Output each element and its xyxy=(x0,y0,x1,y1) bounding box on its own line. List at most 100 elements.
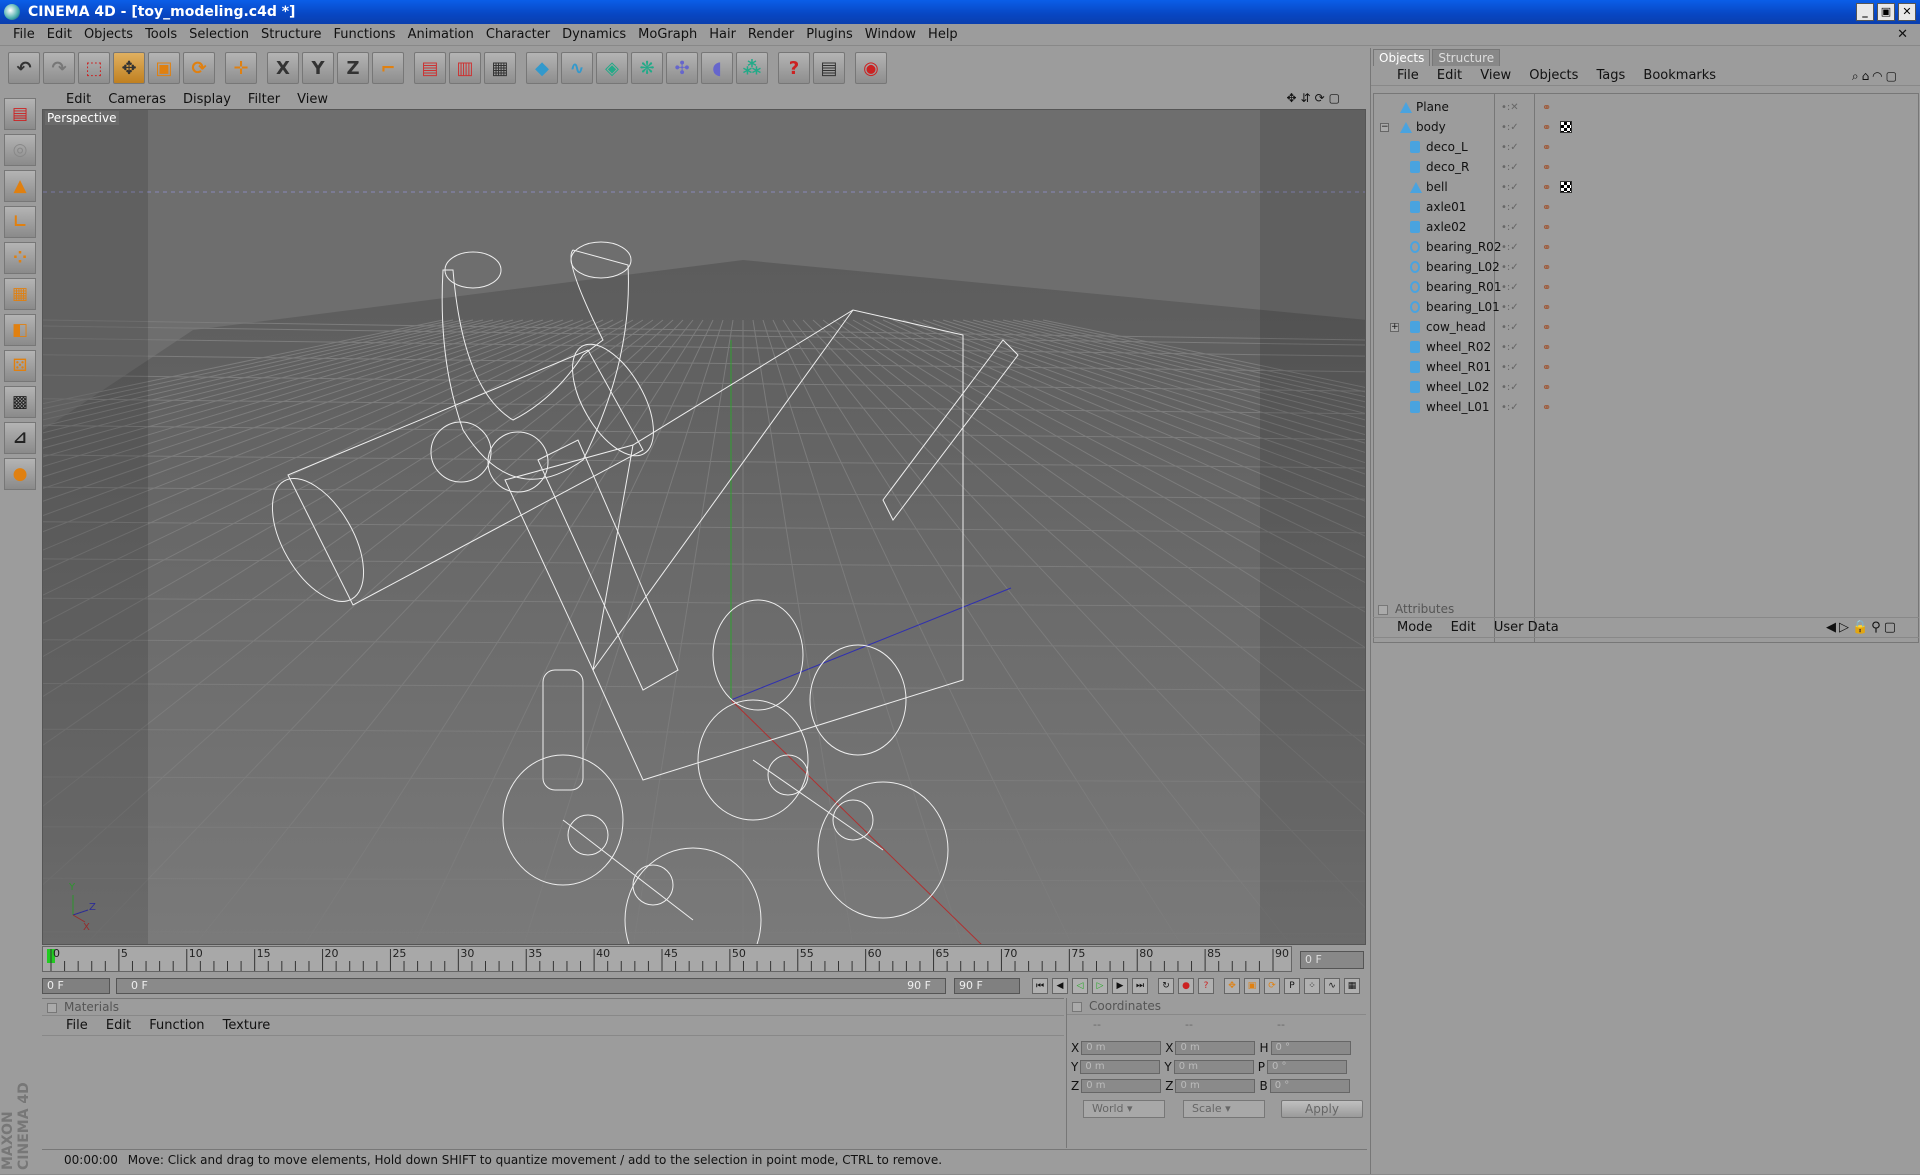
viewport-nav-icons[interactable]: ✥⇵⟳▢ xyxy=(1286,91,1344,105)
workplane-icon[interactable]: ⊿ xyxy=(4,422,36,454)
phong-tag-icon[interactable]: ⚭ xyxy=(1542,321,1551,334)
pos-x-field[interactable]: 0 m xyxy=(1081,1041,1162,1055)
edit-render-settings-icon[interactable]: ▤ xyxy=(813,52,845,84)
attr-nav-icons[interactable]: ◀▷🔒⚲▢ xyxy=(1826,618,1899,638)
record-icon[interactable]: ● xyxy=(1178,978,1194,994)
object-row-wheel-l02[interactable]: wheel_L02 •:✓ ⚭ xyxy=(1374,377,1918,397)
start-frame-field[interactable]: 0 F xyxy=(42,978,110,994)
key-parameter-icon[interactable]: P xyxy=(1284,978,1300,994)
om-menu-bookmarks[interactable]: Bookmarks xyxy=(1643,68,1716,83)
object-row-deco-r[interactable]: deco_R •:✓ ⚭ xyxy=(1374,157,1918,177)
pos-y-field[interactable]: 0 m xyxy=(1080,1060,1161,1074)
phong-tag-icon[interactable]: ⚭ xyxy=(1542,301,1551,314)
collapse-icon[interactable]: − xyxy=(1380,122,1389,132)
object-name[interactable]: axle02 xyxy=(1426,220,1466,234)
x-axis-lock-icon[interactable]: X xyxy=(267,52,299,84)
menu-file[interactable]: File xyxy=(9,27,43,42)
help-icon[interactable]: ? xyxy=(778,52,810,84)
goto-start-icon[interactable]: ⏮ xyxy=(1032,978,1048,994)
play-forward-icon[interactable]: ▷ xyxy=(1092,978,1108,994)
object-row-bell[interactable]: bell •:✓ ⚭ xyxy=(1374,177,1918,197)
menu-animation[interactable]: Animation xyxy=(404,27,482,42)
prev-key-icon[interactable]: ◀ xyxy=(1052,978,1068,994)
apply-button[interactable]: Apply xyxy=(1281,1100,1363,1118)
close-button[interactable]: ✕ xyxy=(1898,3,1916,21)
om-menu-edit[interactable]: Edit xyxy=(1437,68,1462,83)
array-icon[interactable]: ❋ xyxy=(631,52,663,84)
attr-menu-userdata[interactable]: User Data xyxy=(1494,620,1559,635)
object-row-body[interactable]: − body •:✓ ⚭ xyxy=(1374,117,1918,137)
object-row-cow-head[interactable]: + cow_head •:✓ ⚭ xyxy=(1374,317,1918,337)
visibility-toggle-icon[interactable]: •:✓ xyxy=(1501,262,1519,273)
coord-transform-dropdown[interactable]: Scale ▾ xyxy=(1183,1100,1265,1118)
viewport-menu-view[interactable]: View xyxy=(297,92,328,107)
use-camera-icon[interactable]: ▤ xyxy=(4,98,36,130)
menu-render[interactable]: Render xyxy=(744,27,802,42)
key-pla-icon[interactable]: ⁘ xyxy=(1304,978,1320,994)
rot-h-field[interactable]: 0 ° xyxy=(1270,1041,1351,1055)
object-name[interactable]: wheel_L02 xyxy=(1426,380,1489,394)
menu-functions[interactable]: Functions xyxy=(330,27,404,42)
menu-character[interactable]: Character xyxy=(482,27,558,42)
tab-structure[interactable]: Structure xyxy=(1432,49,1501,66)
key-scale-icon[interactable]: ▣ xyxy=(1244,978,1260,994)
move-icon[interactable]: ✥ xyxy=(113,52,145,84)
loop-icon[interactable]: ↻ xyxy=(1158,978,1174,994)
phong-tag-icon[interactable]: ⚭ xyxy=(1542,341,1551,354)
object-name[interactable]: bell xyxy=(1426,180,1448,194)
phong-tag-icon[interactable]: ⚭ xyxy=(1542,401,1551,414)
time-ruler[interactable]: 0 5 10 15 20 25 30 35 40 45 50 55 60 65 70 75 80 85 90 xyxy=(42,946,1292,972)
undo-icon[interactable]: ↶ xyxy=(8,52,40,84)
object-name[interactable]: axle01 xyxy=(1426,200,1466,214)
phong-tag-icon[interactable]: ⚭ xyxy=(1542,281,1551,294)
object-row-bearing-r02[interactable]: bearing_R02 •:✓ ⚭ xyxy=(1374,237,1918,257)
object-row-bearing-l01[interactable]: bearing_L01 •:✓ ⚭ xyxy=(1374,297,1918,317)
phong-tag-icon[interactable]: ⚭ xyxy=(1542,141,1551,154)
nurbs-icon[interactable]: ◈ xyxy=(596,52,628,84)
cube-primitive-icon[interactable]: ◆ xyxy=(526,52,558,84)
menu-objects[interactable]: Objects xyxy=(80,27,141,42)
perspective-viewport[interactable]: Y Z X Perspective xyxy=(42,109,1366,945)
menu-mograph[interactable]: MoGraph xyxy=(634,27,705,42)
texture-mode-icon[interactable]: ⚄ xyxy=(4,350,36,382)
object-name[interactable]: cow_head xyxy=(1426,320,1486,334)
viewport-scene[interactable]: Y Z X xyxy=(43,110,1366,945)
visibility-toggle-icon[interactable]: •:✓ xyxy=(1501,362,1519,373)
model-mode-icon[interactable]: ▲ xyxy=(4,170,36,202)
object-name[interactable]: wheel_R02 xyxy=(1426,340,1491,354)
object-name[interactable]: Plane xyxy=(1416,100,1449,114)
restore-button[interactable]: ▣ xyxy=(1877,3,1895,21)
points-mode-icon[interactable]: ⁘ xyxy=(4,242,36,274)
size-x-field[interactable]: 0 m xyxy=(1175,1041,1256,1055)
visibility-toggle-icon[interactable]: •:✓ xyxy=(1501,142,1519,153)
y-axis-lock-icon[interactable]: Y xyxy=(302,52,334,84)
play-backward-icon[interactable]: ◁ xyxy=(1072,978,1088,994)
scale-icon[interactable]: ▣ xyxy=(148,52,180,84)
visibility-toggle-icon[interactable]: •:✓ xyxy=(1501,182,1519,193)
menu-help[interactable]: Help xyxy=(924,27,966,42)
rotate-icon[interactable]: ⟳ xyxy=(183,52,215,84)
rot-p-field[interactable]: 0 ° xyxy=(1266,1060,1347,1074)
materials-menu-texture[interactable]: Texture xyxy=(223,1018,271,1033)
coordinate-system-icon[interactable]: ⌐ xyxy=(372,52,404,84)
phong-tag-icon[interactable]: ⚭ xyxy=(1542,121,1551,134)
rot-b-field[interactable]: 0 ° xyxy=(1269,1079,1350,1093)
visibility-toggle-icon[interactable]: •:✓ xyxy=(1501,202,1519,213)
visibility-toggle-icon[interactable]: •:✓ xyxy=(1501,342,1519,353)
visibility-toggle-icon[interactable]: •:✓ xyxy=(1501,402,1519,413)
phong-tag-icon[interactable]: ⚭ xyxy=(1542,201,1551,214)
object-name[interactable]: body xyxy=(1416,120,1446,134)
sculpt-icon[interactable]: ● xyxy=(4,458,36,490)
render-to-picture-viewer-icon[interactable]: ◉ xyxy=(855,52,887,84)
close-document-icon[interactable]: ✕ xyxy=(1893,27,1916,42)
object-row-axle01[interactable]: axle01 •:✓ ⚭ xyxy=(1374,197,1918,217)
key-interp-icon[interactable]: ∿ xyxy=(1324,978,1340,994)
menu-selection[interactable]: Selection xyxy=(185,27,257,42)
menu-window[interactable]: Window xyxy=(861,27,924,42)
object-name[interactable]: wheel_R01 xyxy=(1426,360,1491,374)
current-frame-field[interactable]: 0 F xyxy=(1300,951,1364,969)
materials-menu-edit[interactable]: Edit xyxy=(106,1018,131,1033)
viewport-menu-filter[interactable]: Filter xyxy=(248,92,280,107)
spline-icon[interactable]: ∿ xyxy=(561,52,593,84)
phong-tag-icon[interactable]: ⚭ xyxy=(1542,161,1551,174)
